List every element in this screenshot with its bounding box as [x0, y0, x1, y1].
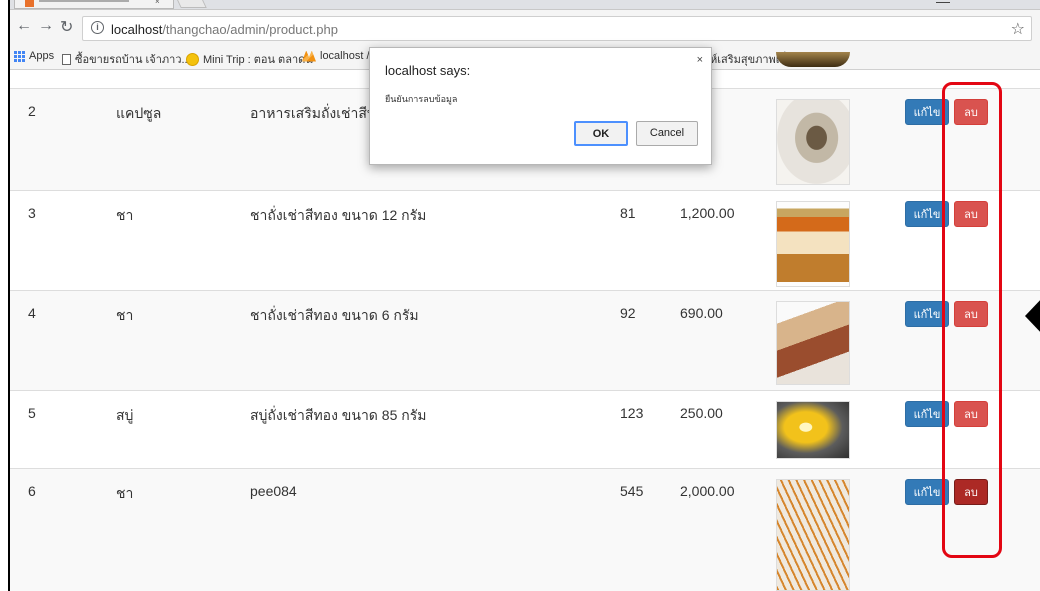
product-price: 1,200.00 [680, 205, 735, 221]
dialog-title: localhost says: [385, 63, 471, 78]
highlight-box [942, 82, 1002, 558]
product-id: 3 [28, 205, 36, 221]
product-image [776, 479, 850, 591]
product-quantity: 123 [620, 405, 644, 421]
bookmark-star-icon[interactable]: ☆ [1011, 19, 1025, 39]
product-category: ชา [116, 485, 134, 501]
table-row: 6 ชา pee084 545 2,000.00 แก้ไข ลบ [10, 468, 1040, 591]
product-name: ชาถั่งเช่าสีทอง ขนาด 12 กรัม [250, 207, 427, 223]
info-icon[interactable]: i [91, 21, 104, 34]
minimize-icon[interactable] [936, 2, 950, 3]
product-image [776, 99, 850, 185]
cancel-button[interactable]: Cancel [636, 121, 698, 146]
smile-icon [186, 52, 199, 66]
apps-icon [14, 50, 25, 62]
favicon-icon [25, 0, 34, 7]
product-id: 4 [28, 305, 36, 321]
table-row: 5 สบู่ สบู่ถั่งเช่าสีทอง ขนาด 85 กรัม 12… [10, 390, 1040, 468]
browser-tab[interactable]: × [14, 0, 174, 9]
product-id: 5 [28, 405, 36, 421]
table-row: 3 ชา ชาถั่งเช่าสีทอง ขนาด 12 กรัม 81 1,2… [10, 190, 1040, 290]
product-price: 250.00 [680, 405, 723, 421]
product-price: 690.00 [680, 305, 723, 321]
reload-icon[interactable]: ↻ [60, 17, 73, 37]
arrow-pointer [1025, 272, 1040, 360]
product-name: อาหารเสริมถั่งเช่าสีทอ [250, 105, 385, 121]
new-tab-button[interactable] [175, 0, 207, 8]
product-name: ชาถั่งเช่าสีทอง ขนาด 6 กรัม [250, 307, 419, 323]
bookmark-apps[interactable]: Apps [14, 50, 54, 62]
product-id: 2 [28, 103, 36, 119]
product-name: สบู่ถั่งเช่าสีทอง ขนาด 85 กรัม [250, 407, 427, 423]
product-quantity: 81 [620, 205, 636, 221]
product-category: แคปซูล [116, 105, 162, 121]
browser-window: × ← → ↻ i localhost/thangchao/admin/prod… [8, 0, 1040, 591]
product-image [776, 301, 850, 385]
ok-button[interactable]: OK [574, 121, 628, 146]
product-quantity: 545 [620, 483, 644, 499]
product-category: ชา [116, 307, 134, 323]
bookmark-item[interactable]: Mini Trip : ตอน ตลาดน [186, 50, 313, 68]
product-category: สบู่ [116, 407, 134, 423]
page-icon [62, 53, 71, 65]
tab-close-icon[interactable]: × [155, 0, 160, 6]
product-image [776, 401, 850, 459]
tab-title [39, 0, 129, 2]
phpmyadmin-icon [302, 50, 316, 62]
navigation-bar: ← → ↻ i localhost/thangchao/admin/produc… [10, 10, 1040, 46]
dialog-message: ยืนยันการลบข้อมูล [385, 94, 458, 104]
product-id: 6 [28, 483, 36, 499]
product-image [776, 201, 850, 287]
forward-arrow-icon[interactable]: → [38, 17, 54, 35]
product-category: ชา [116, 207, 134, 223]
back-arrow-icon[interactable]: ← [16, 17, 32, 35]
product-name: pee084 [250, 483, 297, 499]
product-price: 2,000.00 [680, 483, 735, 499]
product-quantity: 92 [620, 305, 636, 321]
address-bar[interactable]: i localhost/thangchao/admin/product.php … [82, 16, 1032, 41]
tab-strip: × [10, 0, 1040, 10]
product-image-partial [776, 52, 850, 67]
table-row: 4 ชา ชาถั่งเช่าสีทอง ขนาด 6 กรัม 92 690.… [10, 290, 1040, 390]
bookmark-item[interactable]: ซื้อขายรถบ้าน เจ้าภาว... [62, 50, 191, 68]
confirm-dialog: localhost says: × ยืนยันการลบข้อมูล OK C… [369, 47, 712, 165]
url-text[interactable]: localhost/thangchao/admin/product.php [111, 22, 338, 37]
dialog-close-icon[interactable]: × [697, 54, 703, 66]
